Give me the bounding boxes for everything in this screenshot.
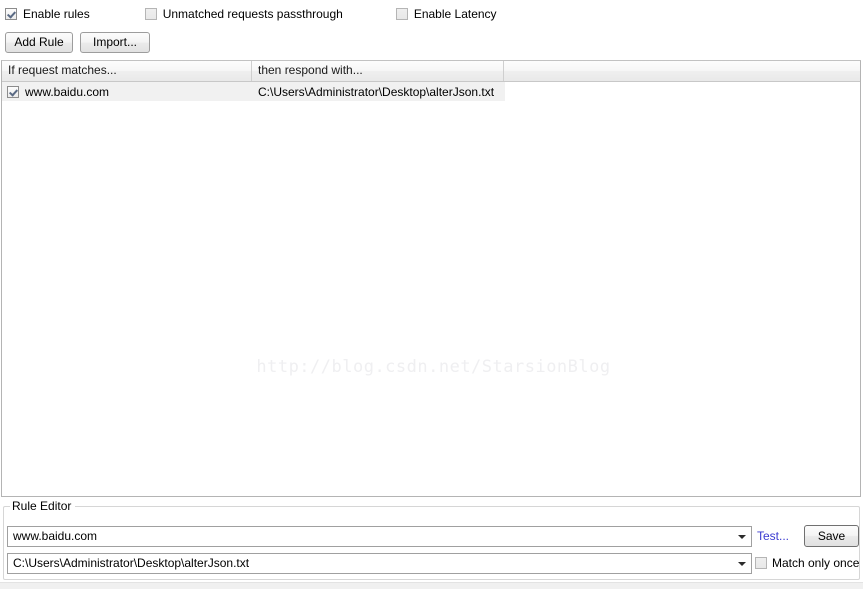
enable-rules-checkbox[interactable] <box>5 8 17 20</box>
match-only-once-checkbox[interactable] <box>755 557 767 569</box>
enable-latency-checkbox[interactable] <box>395 8 408 20</box>
rule-match-value: www.baidu.com <box>13 529 98 543</box>
option-enable-latency[interactable]: Enable Latency <box>395 6 497 22</box>
column-header-if-request-matches[interactable]: If request matches... <box>2 61 252 81</box>
enable-rules-label: Enable rules <box>23 7 90 21</box>
rule-editor-label: Rule Editor <box>10 499 76 513</box>
rule-extra-cell[interactable] <box>505 82 860 101</box>
rule-editor-panel: Rule Editor www.baidu.com C:\Users\Admin… <box>3 499 860 580</box>
save-button[interactable]: Save <box>804 525 859 547</box>
column-header-then-respond-with[interactable]: then respond with... <box>252 61 504 81</box>
options-bar: Enable rules Unmatched requests passthro… <box>0 0 863 28</box>
rule-match-text: www.baidu.com <box>25 84 110 99</box>
rule-match-cell[interactable]: www.baidu.com <box>2 82 252 101</box>
table-row[interactable]: www.baidu.com C:\Users\Administrator\Des… <box>2 82 860 101</box>
table-header-row: If request matches... then respond with.… <box>2 61 860 82</box>
enable-latency-label: Enable Latency <box>413 7 497 21</box>
rule-enabled-checkbox[interactable] <box>7 85 19 98</box>
unmatched-passthrough-checkbox[interactable] <box>144 8 157 20</box>
option-enable-rules[interactable]: Enable rules <box>5 6 90 22</box>
watermark-text: http://blog.csdn.net/StarsionBlog <box>256 357 611 377</box>
match-only-once-label: Match only once <box>772 556 860 570</box>
rule-respond-combobox[interactable]: C:\Users\Administrator\Desktop\alterJson… <box>7 553 752 574</box>
toolbar: Add Rule Import... <box>0 30 863 56</box>
chevron-down-icon[interactable] <box>734 527 751 546</box>
column-header-extra[interactable] <box>504 61 860 81</box>
add-rule-button[interactable]: Add Rule <box>5 32 73 53</box>
rule-respond-value: C:\Users\Administrator\Desktop\alterJson… <box>13 556 250 570</box>
match-only-once-option[interactable]: Match only once <box>755 556 859 570</box>
option-unmatched-passthrough[interactable]: Unmatched requests passthrough <box>144 6 343 22</box>
table-body: www.baidu.com C:\Users\Administrator\Des… <box>2 82 860 101</box>
rule-respond-cell[interactable]: C:\Users\Administrator\Desktop\alterJson… <box>252 82 505 101</box>
rule-match-combobox[interactable]: www.baidu.com <box>7 526 752 547</box>
rules-table[interactable]: If request matches... then respond with.… <box>1 60 861 497</box>
import-button[interactable]: Import... <box>80 32 150 53</box>
test-link[interactable]: Test... <box>757 528 789 544</box>
chevron-down-icon[interactable] <box>734 554 751 573</box>
unmatched-passthrough-label: Unmatched requests passthrough <box>162 7 343 21</box>
